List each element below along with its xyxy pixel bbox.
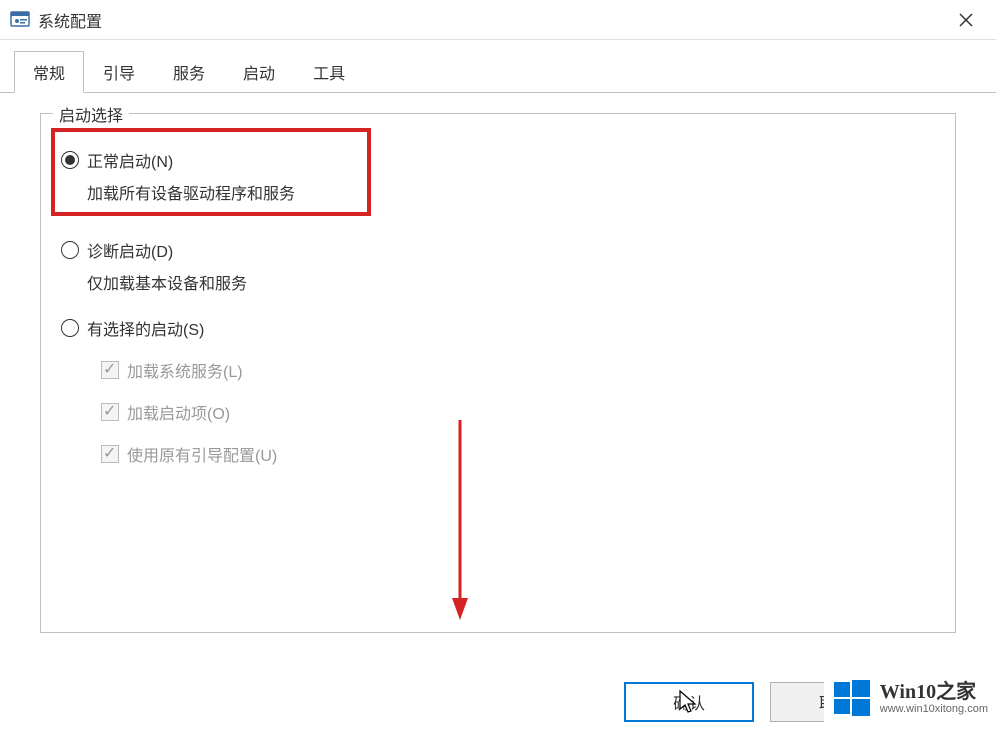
watermark-title: Win10之家 <box>880 681 988 703</box>
checkbox-label: 使用原有引导配置(U) <box>127 442 277 466</box>
tab-strip: 常规 引导 服务 启动 工具 <box>0 40 996 93</box>
content-pane: 启动选择 正常启动(N) 加载所有设备驱动程序和服务 诊断启动(D) 仅加载基本… <box>0 93 996 653</box>
radio-label: 诊断启动(D) <box>87 238 173 262</box>
msconfig-window: 系统配置 常规 引导 服务 启动 工具 启动选择 正常启动(N) 加载所有设备驱… <box>0 0 996 732</box>
check-load-startup-items: 加载启动项(O) <box>101 400 935 424</box>
selective-sub-options: 加载系统服务(L) 加载启动项(O) 使用原有引导配置(U) <box>101 358 935 466</box>
radio-selective-startup[interactable]: 有选择的启动(S) <box>61 316 935 340</box>
checkbox-icon <box>101 445 119 463</box>
watermark: Win10之家 www.win10xitong.com <box>824 674 996 722</box>
tab-startup[interactable]: 启动 <box>224 51 294 93</box>
group-label: 启动选择 <box>53 102 129 126</box>
ok-button[interactable]: 确认 <box>624 682 754 722</box>
radio-label: 有选择的启动(S) <box>87 316 204 340</box>
checkbox-icon <box>101 361 119 379</box>
radio-icon <box>61 241 79 259</box>
titlebar: 系统配置 <box>0 0 996 40</box>
radio-icon <box>61 151 79 169</box>
close-button[interactable] <box>946 0 986 40</box>
radio-description: 仅加载基本设备和服务 <box>87 270 935 294</box>
button-label: 确认 <box>673 690 705 714</box>
checkbox-icon <box>101 403 119 421</box>
checkbox-label: 加载系统服务(L) <box>127 358 243 382</box>
radio-icon <box>61 319 79 337</box>
tab-general[interactable]: 常规 <box>14 51 84 93</box>
check-load-system-services: 加载系统服务(L) <box>101 358 935 382</box>
tab-tools[interactable]: 工具 <box>294 51 364 93</box>
tab-boot[interactable]: 引导 <box>84 51 154 93</box>
windows-logo-icon <box>832 678 872 718</box>
highlight-annotation: 正常启动(N) 加载所有设备驱动程序和服务 <box>51 128 371 216</box>
watermark-url: www.win10xitong.com <box>880 703 988 715</box>
app-icon <box>10 10 30 30</box>
check-use-original-boot-config: 使用原有引导配置(U) <box>101 442 935 466</box>
checkbox-label: 加载启动项(O) <box>127 400 230 424</box>
startup-selection-group: 启动选择 正常启动(N) 加载所有设备驱动程序和服务 诊断启动(D) 仅加载基本… <box>40 113 956 633</box>
radio-normal-startup[interactable]: 正常启动(N) <box>61 148 357 172</box>
radio-description: 加载所有设备驱动程序和服务 <box>87 180 357 204</box>
window-title: 系统配置 <box>38 8 946 32</box>
radio-diagnostic-startup[interactable]: 诊断启动(D) <box>61 238 935 262</box>
tab-services[interactable]: 服务 <box>154 51 224 93</box>
radio-label: 正常启动(N) <box>87 148 173 172</box>
